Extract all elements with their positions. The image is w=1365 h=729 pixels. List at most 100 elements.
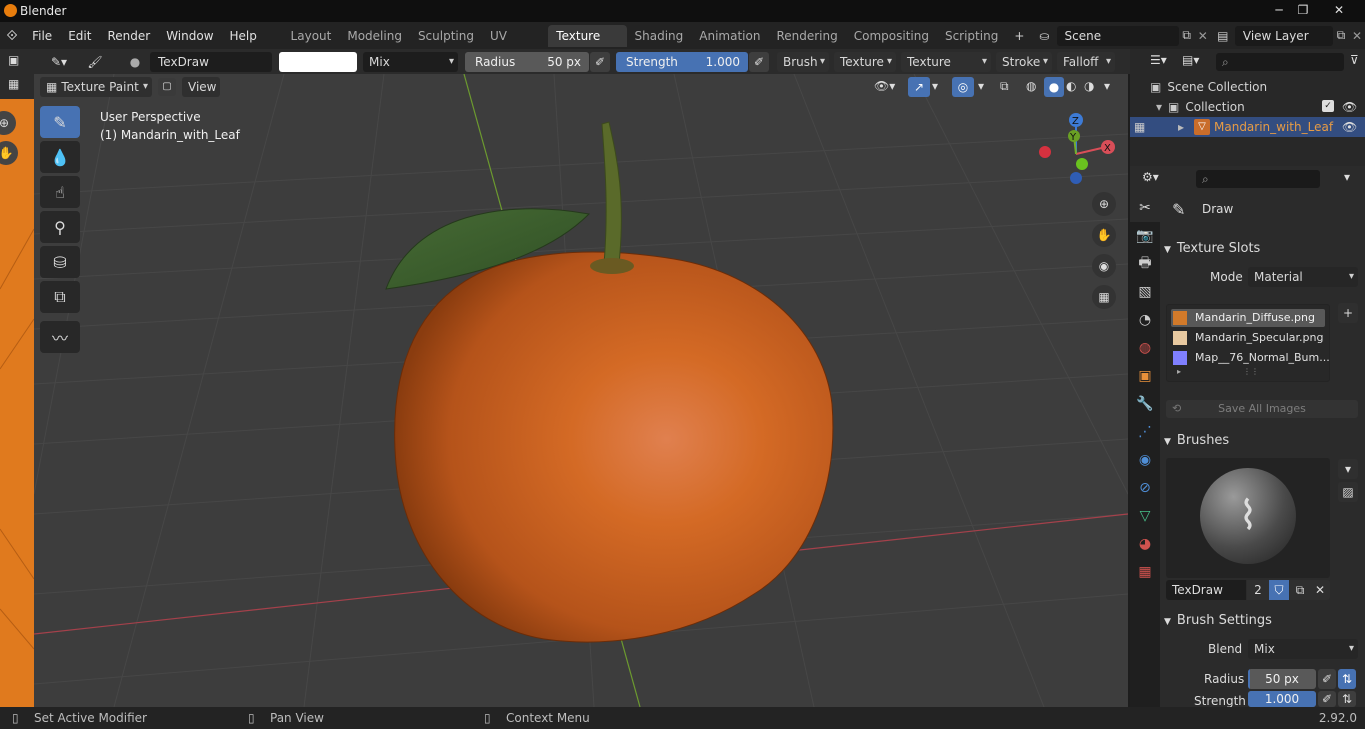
view-layer-tab-icon[interactable]: ▧ [1130, 278, 1160, 306]
clone-tool-icon[interactable]: ⚲ [40, 211, 80, 243]
image-editor-strip[interactable]: ▣ ▦ ⊕ ✋ [0, 49, 34, 707]
camera-icon[interactable]: ◉ [1092, 254, 1116, 278]
texture-slots-panel-header[interactable]: ▼ Texture Slots [1164, 238, 1361, 258]
output-tab-icon[interactable]: 🖶 [1130, 250, 1160, 278]
overlay-dropdown-icon[interactable]: ▾ [978, 79, 984, 93]
3d-viewport[interactable]: User Perspective (1) Mandarin_with_Leaf … [34, 74, 1128, 707]
particles-tab-icon[interactable]: ⋰ [1130, 418, 1160, 446]
tab-sculpting[interactable]: Sculpting [410, 25, 482, 47]
menu-file[interactable]: File [24, 29, 60, 43]
smear-tool-icon[interactable]: ☝ [40, 176, 80, 208]
texture-tab-icon[interactable]: ▦ [1130, 558, 1160, 586]
display-mode-icon[interactable]: ▤▾ [1182, 53, 1199, 67]
unlink-brush-icon[interactable]: ✕ [1310, 580, 1330, 600]
rendered-shading-icon[interactable]: ◑ [1084, 79, 1094, 93]
tool-settings-icon[interactable]: ✎▾ [44, 53, 74, 71]
radius-pressure-icon[interactable]: ✐ [1318, 669, 1336, 689]
scene-icon[interactable]: ⛀ [1032, 29, 1056, 43]
visibility-eye-icon[interactable]: 👁 [1342, 97, 1357, 117]
view-menu[interactable]: View [182, 77, 220, 97]
brush-image-icon[interactable]: ▨ [1338, 482, 1358, 502]
maximize-button[interactable]: ❐ [1286, 0, 1320, 22]
tab-shading[interactable]: Shading [627, 25, 692, 47]
menu-help[interactable]: Help [222, 29, 265, 43]
zoom-icon[interactable]: ⊕ [1092, 192, 1116, 216]
filter-icon[interactable]: ⊽ [1350, 53, 1359, 67]
tab-compositing[interactable]: Compositing [846, 25, 937, 47]
exclude-checkbox[interactable]: ✓ [1322, 100, 1334, 112]
tab-rendering[interactable]: Rendering [768, 25, 845, 47]
visibility-eye-icon[interactable]: 👁 [1342, 117, 1357, 137]
draw-brush-tool-icon[interactable]: ✎ [40, 106, 80, 138]
delete-view-layer-icon[interactable]: ✕ [1349, 29, 1365, 43]
brush-settings-panel-header[interactable]: ▼ Brush Settings [1164, 610, 1361, 630]
strength-pressure-icon[interactable]: ✐ [1318, 691, 1336, 707]
annotate-tool-icon[interactable]: 〰 [40, 321, 80, 353]
tab-animation[interactable]: Animation [691, 25, 768, 47]
view-layer-field[interactable]: View Layer [1234, 25, 1333, 46]
brush-fake-user-icon[interactable]: ● [124, 53, 146, 71]
blend-dropdown[interactable]: Mix ▾ [1248, 639, 1358, 659]
pan-hand-icon[interactable]: ✋ [1092, 223, 1116, 247]
strength-slider[interactable]: 1.000 [1248, 691, 1316, 707]
outliner-search-field[interactable]: ⌕ [1216, 53, 1344, 71]
physics-tab-icon[interactable]: ◉ [1130, 446, 1160, 474]
solid-shading-icon[interactable]: ● [1044, 77, 1064, 97]
brush-name-field[interactable]: TexDraw [150, 52, 272, 72]
texture-slot-item[interactable]: Map__76_Normal_Bum... [1171, 349, 1330, 367]
strength-unit-icon[interactable]: ⇅ [1338, 691, 1356, 707]
outliner-row-object[interactable]: ▦ ▸ ▽ Mandarin_with_Leaf 👁 [1130, 117, 1365, 137]
gizmo-toggle-icon[interactable]: ↗ [908, 77, 930, 97]
resize-handle-icon[interactable]: ⋮⋮ [1243, 367, 1259, 376]
brushes-panel-header[interactable]: ▼ Brushes [1164, 430, 1361, 450]
save-all-images-button[interactable]: ⟲ Save All Images [1166, 400, 1358, 418]
perspective-grid-icon[interactable]: ▦ [1092, 285, 1116, 309]
expand-arrow-icon[interactable]: ▸ [1178, 117, 1184, 137]
add-slot-button[interactable]: + [1338, 303, 1358, 323]
tab-uv-editing[interactable]: UV Editing [482, 25, 548, 65]
texture-slot-item[interactable]: Mandarin_Diffuse.png [1171, 309, 1325, 327]
outliner-row-scene-collection[interactable]: ▣ Scene Collection [1150, 77, 1267, 97]
modifier-tab-icon[interactable]: 🔧 [1130, 390, 1160, 418]
tab-layout[interactable]: Layout [283, 25, 340, 47]
brush-users-count[interactable]: 2 [1247, 580, 1269, 600]
mode-dropdown[interactable]: Material ▾ [1248, 267, 1358, 287]
object-tab-icon[interactable]: ▣ [1130, 362, 1160, 390]
menu-render[interactable]: Render [99, 29, 158, 43]
blend-mode-dropdown[interactable]: Mix ▾ [363, 52, 458, 72]
render-tab-icon[interactable]: 📷 [1130, 222, 1160, 250]
fake-user-shield-icon[interactable]: ⛉ [1269, 580, 1289, 600]
scene-tab-icon[interactable]: ◔ [1130, 306, 1160, 334]
brush-list-dropdown-icon[interactable]: ▾ [1338, 459, 1358, 479]
options-dropdown-icon[interactable]: ▾ [1344, 170, 1350, 184]
expand-arrow-icon[interactable]: ▸ [1177, 367, 1181, 376]
radius-unit-icon[interactable]: ⇅ [1338, 669, 1356, 689]
stroke-menu[interactable]: Stroke ▾ [996, 52, 1052, 72]
texture-menu[interactable]: Texture ▾ [834, 52, 896, 72]
editor-type-icon[interactable]: ⚙▾ [1142, 170, 1159, 184]
brush-color-swatch[interactable] [279, 52, 357, 72]
soften-tool-icon[interactable]: 💧 [40, 141, 80, 173]
radius-pressure-icon[interactable]: ✐ [590, 52, 610, 72]
material-shading-icon[interactable]: ◐ [1066, 79, 1076, 93]
mode-dropdown[interactable]: ▦ Texture Paint ▾ [40, 77, 152, 97]
data-tab-icon[interactable]: ▽ [1130, 502, 1160, 530]
falloff-menu[interactable]: Falloff ▾ [1057, 52, 1115, 72]
wireframe-shading-icon[interactable]: ◍ [1026, 79, 1036, 93]
shading-dropdown-icon[interactable]: ▾ [1104, 79, 1110, 93]
tab-scripting[interactable]: Scripting [937, 25, 1006, 47]
paint-mask-toggle[interactable]: ▢ [158, 78, 176, 96]
brush-name-field[interactable]: TexDraw [1166, 580, 1246, 600]
brush-preview[interactable]: ⌇ [1166, 458, 1330, 578]
constraints-tab-icon[interactable]: ⊘ [1130, 474, 1160, 502]
fill-tool-icon[interactable]: ⛁ [40, 246, 80, 278]
brush-icon[interactable]: 🖌 [84, 53, 106, 71]
strength-pressure-icon[interactable]: ✐ [749, 52, 769, 72]
tab-texture-paint[interactable]: Texture Paint [548, 24, 627, 65]
menu-edit[interactable]: Edit [60, 29, 99, 43]
radius-slider[interactable]: 50 px [1248, 669, 1316, 689]
mask-tool-icon[interactable]: ⧉ [40, 281, 80, 313]
texture-mask-menu[interactable]: Texture Mask▾ [901, 52, 991, 89]
scene-name-field[interactable]: Scene [1056, 25, 1179, 46]
menu-window[interactable]: Window [158, 29, 221, 43]
